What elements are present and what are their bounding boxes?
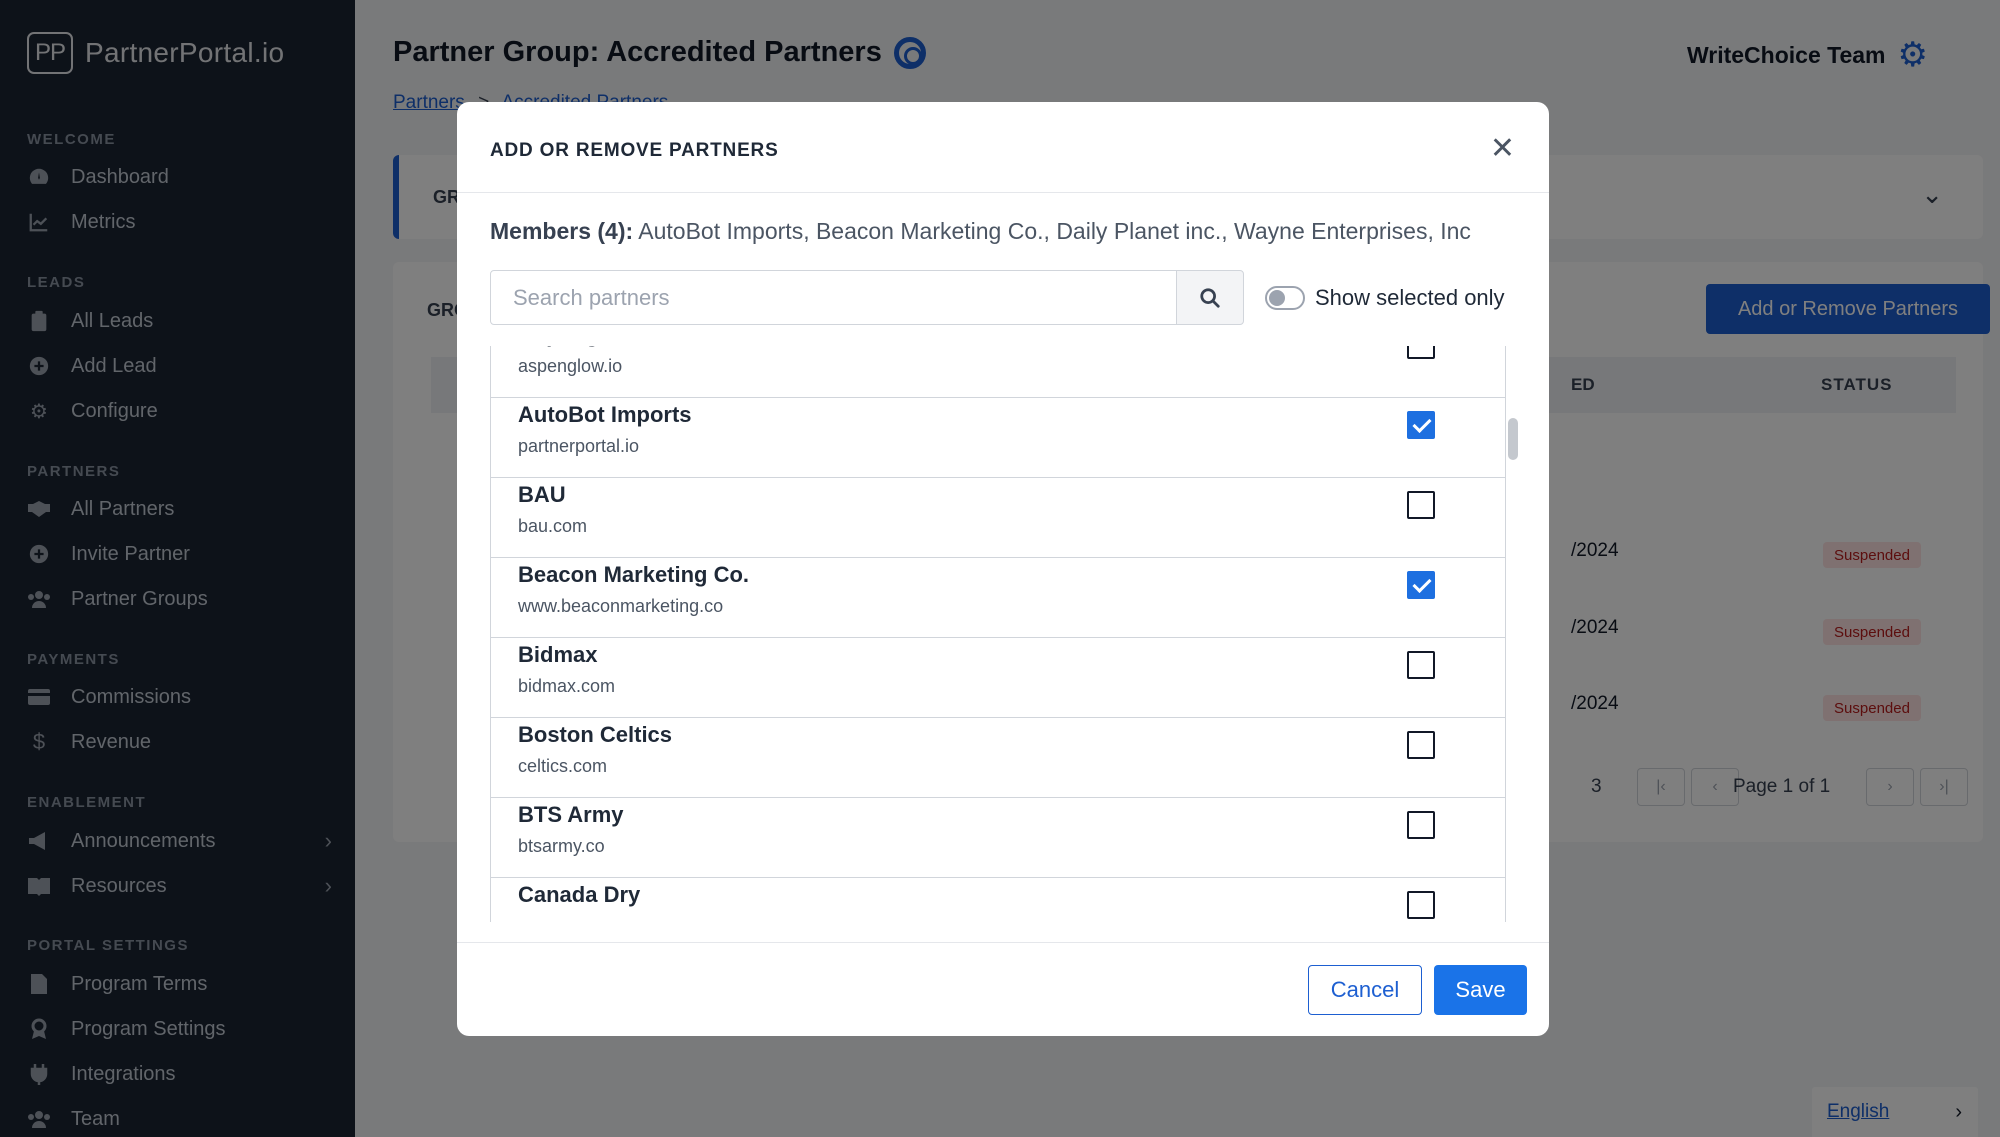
members-label: Members (4): <box>490 218 634 244</box>
partner-name: AutoBot Imports <box>518 402 692 427</box>
partner-list-content: Aspenglow aspenglow.io AutoBot Imports part… <box>491 346 1505 922</box>
close-icon[interactable]: ✕ <box>1490 134 1515 164</box>
show-selected-toggle[interactable] <box>1265 286 1305 310</box>
save-button[interactable]: Save <box>1434 965 1527 1015</box>
partner-list-item[interactable]: Aspenglow aspenglow.io <box>491 346 1505 398</box>
modal-title: ADD OR REMOVE PARTNERS <box>490 140 779 161</box>
partner-domain: partnerportal.io <box>518 436 640 456</box>
partner-list-item[interactable]: Canada Dry <box>491 878 1505 922</box>
search-icon <box>1200 287 1220 308</box>
add-remove-partners-modal: ADD OR REMOVE PARTNERS ✕ Members (4): Au… <box>457 102 1549 1036</box>
partner-name: Canada Dry <box>518 882 641 907</box>
cancel-button[interactable]: Cancel <box>1308 965 1422 1015</box>
partner-name: Boston Celtics <box>518 722 673 747</box>
scrollbar-thumb[interactable] <box>1508 418 1518 460</box>
partner-domain: bau.com <box>518 516 588 536</box>
partner-domain: btsarmy.co <box>518 836 605 856</box>
partner-domain: aspenglow.io <box>518 356 623 376</box>
partner-domain: bidmax.com <box>518 676 616 696</box>
divider <box>457 942 1549 943</box>
partner-list-item[interactable]: AutoBot Imports partnerportal.io <box>491 398 1505 478</box>
partner-checkbox[interactable] <box>1407 346 1435 359</box>
members-summary: Members (4): AutoBot Imports, Beacon Mar… <box>490 218 1471 245</box>
partner-list-item[interactable]: BAU bau.com <box>491 478 1505 558</box>
partner-list[interactable]: Aspenglow aspenglow.io AutoBot Imports part… <box>490 346 1506 922</box>
search-input[interactable] <box>490 270 1178 325</box>
partner-name: Beacon Marketing Co. <box>518 562 750 587</box>
search-button[interactable] <box>1176 270 1244 325</box>
partner-domain: www.beaconmarketing.co <box>518 596 724 616</box>
partner-domain: celtics.com <box>518 756 608 776</box>
partner-list-item[interactable]: Bidmax bidmax.com <box>491 638 1505 718</box>
partner-checkbox[interactable] <box>1407 811 1435 839</box>
toggle-label: Show selected only <box>1315 285 1505 310</box>
divider <box>457 192 1549 193</box>
partner-checkbox[interactable] <box>1407 571 1435 599</box>
partner-name: BTS Army <box>518 802 624 827</box>
partner-checkbox[interactable] <box>1407 731 1435 759</box>
partner-checkbox[interactable] <box>1407 411 1435 439</box>
partner-checkbox[interactable] <box>1407 891 1435 919</box>
partner-checkbox[interactable] <box>1407 651 1435 679</box>
partner-list-item[interactable]: Boston Celtics celtics.com <box>491 718 1505 798</box>
partner-checkbox[interactable] <box>1407 491 1435 519</box>
partner-name: Aspenglow <box>518 346 635 348</box>
partner-name: BAU <box>518 482 566 507</box>
partner-list-item[interactable]: BTS Army btsarmy.co <box>491 798 1505 878</box>
partner-name: Bidmax <box>518 642 598 667</box>
members-list: AutoBot Imports, Beacon Marketing Co., D… <box>638 218 1471 244</box>
partner-list-item[interactable]: Beacon Marketing Co. www.beaconmarketing.… <box>491 558 1505 638</box>
